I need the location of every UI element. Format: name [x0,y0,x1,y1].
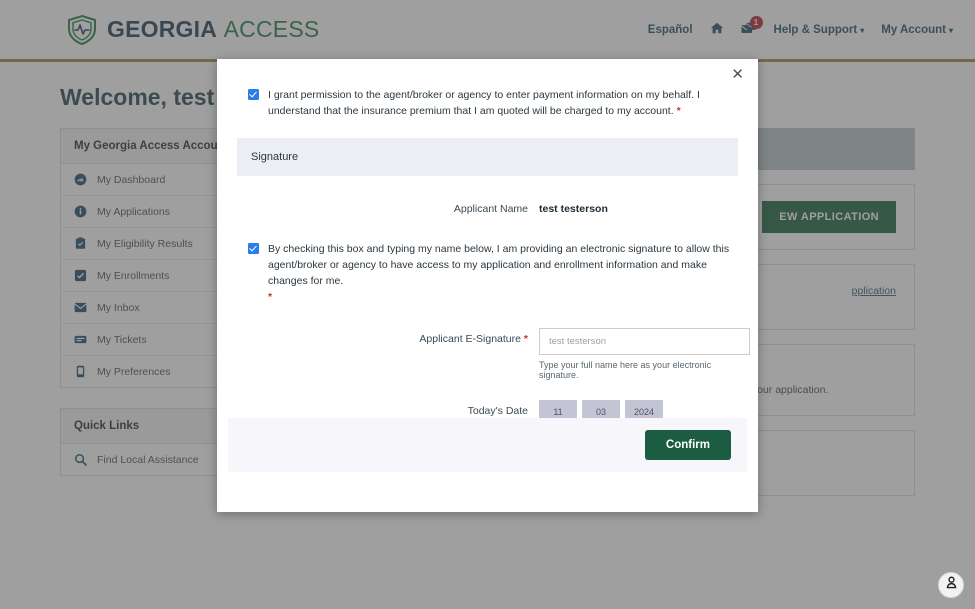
date-year-input[interactable] [625,399,663,418]
date-day-input[interactable] [582,399,620,418]
esignature-label: Applicant E-Signature * [217,328,539,345]
accessibility-widget-button[interactable] [938,572,964,598]
accessibility-widget-icon [944,575,959,595]
esignature-field-group: Type your full name here as your electro… [539,327,750,380]
close-icon[interactable]: ✕ [731,67,744,82]
payment-consent-label: I grant permission to the agent/broker o… [268,87,730,120]
applicant-name-row: Applicant Name test testerson [217,198,758,215]
modal-body: I grant permission to the agent/broker o… [217,59,758,418]
payment-consent-checkbox[interactable] [248,89,259,100]
payment-consent-text: I grant permission to the agent/broker o… [268,89,700,118]
modal-footer: Confirm [228,418,747,472]
date-month-input[interactable] [539,399,577,418]
esign-consent-checkbox[interactable] [248,242,259,254]
todays-date-row: Today's Date [217,399,758,418]
esign-consent-row: By checking this box and typing my name … [217,215,758,306]
esign-consent-text: By checking this box and typing my name … [268,242,730,288]
esignature-input[interactable] [539,327,750,355]
required-asterisk: * [523,332,528,345]
esignature-row: Applicant E-Signature * Type your full n… [217,327,758,380]
esignature-label-text: Applicant E-Signature [419,332,521,345]
esign-consent-label: By checking this box and typing my name … [268,241,730,306]
confirm-button[interactable]: Confirm [644,430,731,460]
modal-bottom-spacer [217,472,758,512]
applicant-name-label: Applicant Name [453,202,528,215]
required-asterisk: * [676,105,681,118]
todays-date-label: Today's Date [467,404,528,417]
required-asterisk: * [268,291,273,304]
screen: GEORGIA ACCESS Español [0,0,975,609]
esignature-modal: ✕ I grant permission to the agent/broker… [217,59,758,512]
applicant-name-value: test testerson [539,202,608,215]
esignature-help-text: Type your full name here as your electro… [539,359,712,380]
payment-consent-row: I grant permission to the agent/broker o… [217,59,758,120]
date-inputs [539,399,663,418]
signature-section-header: Signature [237,137,738,176]
